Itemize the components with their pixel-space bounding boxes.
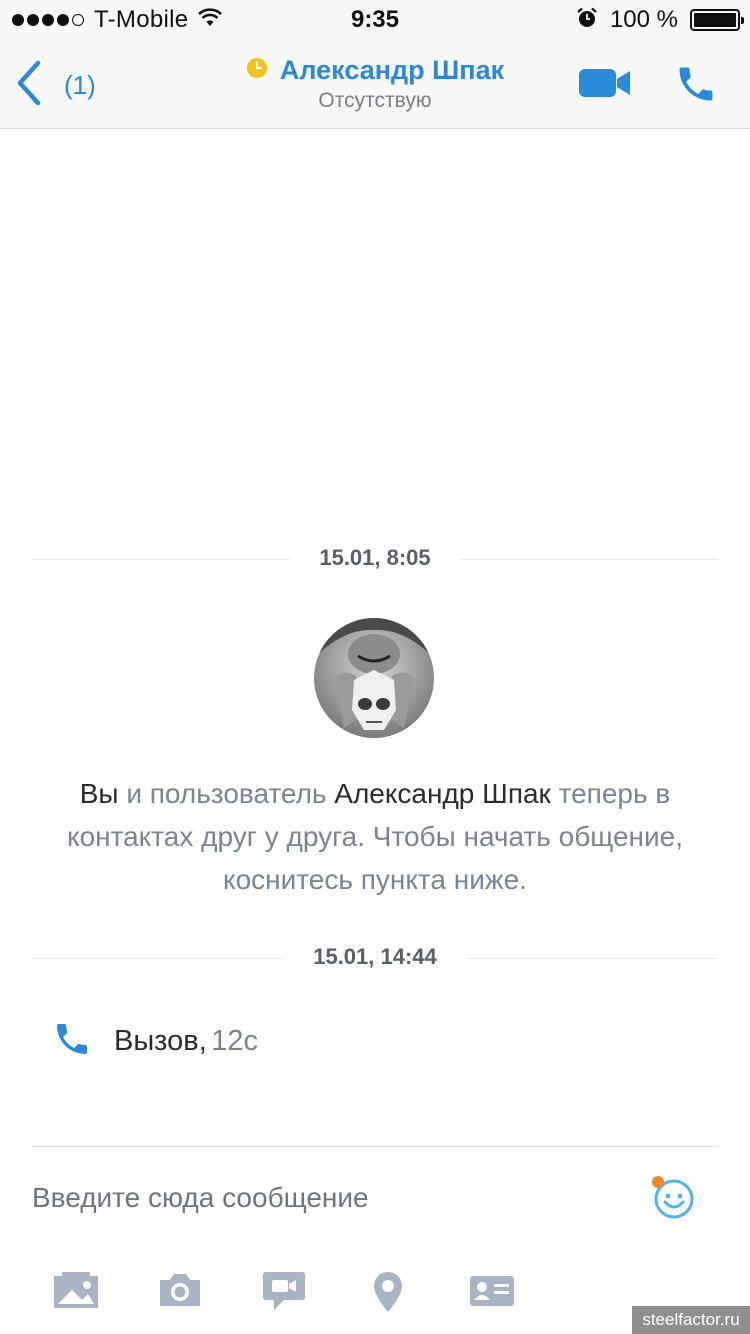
- video-message-icon: [262, 1272, 306, 1316]
- photos-icon: [52, 1272, 100, 1314]
- contact-card-button[interactable]: [469, 1270, 515, 1315]
- status-bar: T-Mobile 9:35 100 %: [0, 0, 750, 40]
- date-label: 15.01, 8:05: [319, 545, 431, 570]
- status-right: 100 %: [576, 6, 744, 34]
- message-and-user: и пользователь: [118, 778, 335, 809]
- composer-divider: [32, 1146, 718, 1147]
- location-icon: [372, 1272, 404, 1318]
- emoji-button[interactable]: [648, 1172, 700, 1229]
- contact-name: Александр Шпак: [279, 55, 505, 85]
- call-duration: 12с: [211, 1024, 258, 1057]
- call-history-item[interactable]: Вызов, 12с: [52, 1018, 258, 1064]
- away-status-icon: [246, 57, 268, 84]
- date-separator: 15.01, 8:05: [32, 545, 718, 575]
- audio-call-button[interactable]: [674, 62, 718, 111]
- phone-icon: [674, 67, 718, 110]
- video-camera-icon: [578, 69, 632, 104]
- unread-count: (1): [64, 69, 96, 100]
- battery-fill: [694, 13, 736, 27]
- chevron-left-icon: [14, 59, 44, 112]
- alarm-icon: [576, 7, 598, 34]
- message-contact-name: Александр Шпак: [334, 778, 551, 809]
- message-you: Вы: [79, 778, 119, 809]
- phone-icon: [52, 1019, 92, 1064]
- contact-header[interactable]: Александр Шпак Отсутствую: [175, 55, 575, 113]
- contact-status: Отсутствую: [318, 89, 432, 112]
- camera-icon: [157, 1274, 203, 1314]
- camera-button[interactable]: [157, 1270, 203, 1315]
- date-label: 15.01, 14:44: [313, 944, 437, 969]
- battery-percent: 100 %: [609, 6, 678, 33]
- video-message-button[interactable]: [262, 1270, 306, 1317]
- navigation-bar: (1) Александр Шпак Отсутствую: [0, 40, 750, 129]
- message-input[interactable]: [32, 1175, 612, 1221]
- contact-added-message: Вы и пользователь Александр Шпак теперь …: [40, 772, 710, 901]
- avatar[interactable]: [314, 618, 434, 738]
- date-separator: 15.01, 14:44: [32, 944, 718, 974]
- back-button[interactable]: (1): [14, 60, 96, 110]
- photos-button[interactable]: [52, 1270, 100, 1315]
- video-call-button[interactable]: [578, 66, 632, 105]
- location-button[interactable]: [372, 1270, 404, 1319]
- contact-card-icon: [469, 1276, 515, 1314]
- smiley-icon: [648, 1176, 700, 1228]
- watermark: steelfactor.ru: [632, 1306, 750, 1334]
- call-label: Вызов,: [114, 1024, 207, 1057]
- battery-icon: [690, 9, 744, 31]
